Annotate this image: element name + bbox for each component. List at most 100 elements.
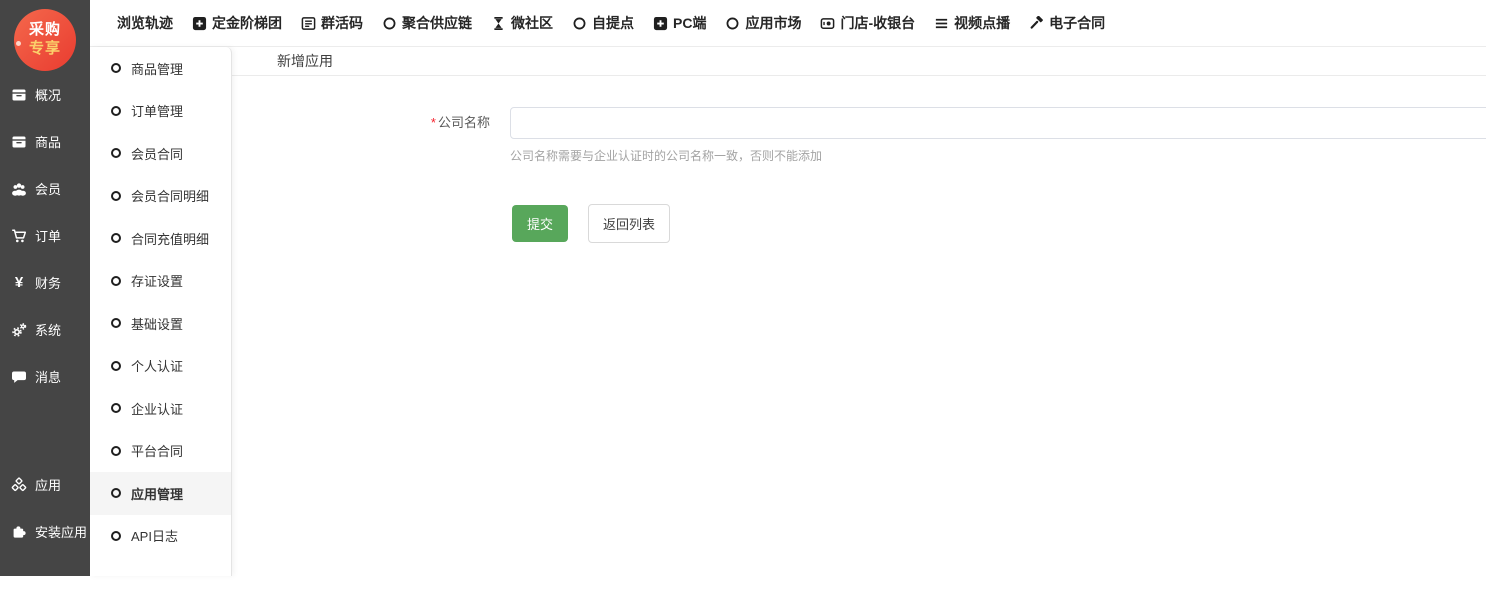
circle-icon: [572, 16, 587, 31]
message-bubble-icon: [11, 369, 27, 385]
top-nav-app-market[interactable]: 应用市场: [725, 13, 801, 33]
sidebar-item-apps[interactable]: 应用: [0, 461, 90, 508]
submenu-item-label: 存证设置: [131, 271, 183, 290]
members-icon: [11, 181, 27, 197]
top-nav-e-contract[interactable]: 电子合同: [1029, 13, 1105, 33]
sidebar-item-label: 订单: [35, 226, 61, 245]
submenu-item-member-contract[interactable]: 会员合同: [90, 132, 231, 175]
radio-circle-icon: [111, 106, 121, 116]
logo-text-line2: 专享: [29, 40, 61, 59]
radio-circle-icon: [111, 318, 121, 328]
form-buttons-row: 提交 返回列表: [512, 204, 1486, 243]
top-nav-deposit-ladder-group[interactable]: 定金阶梯团: [192, 13, 282, 33]
submenu-item-api-log[interactable]: API日志: [90, 515, 231, 558]
submenu-item-goods-management[interactable]: 商品管理: [90, 47, 231, 90]
submenu-item-order-management[interactable]: 订单管理: [90, 90, 231, 133]
top-nav-video-on-demand[interactable]: 视频点播: [934, 13, 1010, 33]
top-nav: 浏览轨迹 定金阶梯团 群活码 聚合供应链 微社区 自提点 PC端 应用市场 门店…: [90, 0, 1486, 47]
plus-square-icon: [653, 16, 668, 31]
sidebar-item-label: 概况: [35, 85, 61, 104]
radio-circle-icon: [111, 446, 121, 456]
sidebar-item-finance[interactable]: ¥ 财务: [0, 259, 90, 306]
sidebar-nav: 概况 商品 会员 订单 ¥ 财务 系统 消息 应用: [0, 71, 90, 615]
app-logo[interactable]: 采购 专享: [14, 9, 76, 71]
top-nav-group-qr[interactable]: 群活码: [301, 13, 363, 33]
logo-text-line1: 采购: [29, 21, 61, 40]
content-header: 新增应用: [232, 47, 1486, 76]
circle-icon: [725, 16, 740, 31]
top-nav-label: 视频点播: [954, 13, 1010, 33]
submenu-item-personal-auth[interactable]: 个人认证: [90, 345, 231, 388]
submenu-item-label: 应用管理: [131, 484, 183, 503]
top-nav-pickup-point[interactable]: 自提点: [572, 13, 634, 33]
top-nav-supply-chain[interactable]: 聚合供应链: [382, 13, 472, 33]
sidebar-item-label: 商品: [35, 132, 61, 151]
submenu-item-basic-settings[interactable]: 基础设置: [90, 302, 231, 345]
submenu-item-enterprise-auth[interactable]: 企业认证: [90, 387, 231, 430]
page-title-tab[interactable]: 新增应用: [277, 51, 333, 71]
submenu-item-member-contract-detail[interactable]: 会员合同明细: [90, 175, 231, 218]
company-name-label-text: 公司名称: [438, 115, 490, 130]
company-name-form-row: *公司名称: [232, 107, 1486, 139]
submenu-item-contract-recharge-detail[interactable]: 合同充值明细: [90, 217, 231, 260]
top-nav-pc-side[interactable]: PC端: [653, 13, 706, 33]
radio-circle-icon: [111, 361, 121, 371]
register-icon: [820, 16, 835, 31]
sidebar-item-label: 应用: [35, 475, 61, 494]
top-nav-label: 聚合供应链: [402, 13, 472, 33]
circle-icon: [382, 16, 397, 31]
hourglass-icon: [491, 16, 506, 31]
submenu-item-label: 平台合同: [131, 441, 183, 460]
sidebar-item-label: 系统: [35, 320, 61, 339]
top-nav-micro-community[interactable]: 微社区: [491, 13, 553, 33]
top-nav-label: 自提点: [592, 13, 634, 33]
submenu-item-platform-contract[interactable]: 平台合同: [90, 430, 231, 473]
submit-button[interactable]: 提交: [512, 205, 568, 242]
top-nav-browse-track[interactable]: 浏览轨迹: [117, 13, 173, 33]
submenu-item-label: 合同充值明细: [131, 229, 209, 248]
radio-circle-icon: [111, 403, 121, 413]
submenu-item-label: 个人认证: [131, 356, 183, 375]
radio-circle-icon: [111, 63, 121, 73]
radio-circle-icon: [111, 531, 121, 541]
sidebar-item-goods[interactable]: 商品: [0, 118, 90, 165]
top-nav-label: 微社区: [511, 13, 553, 33]
radio-circle-icon: [111, 191, 121, 201]
install-puzzle-icon: [11, 524, 27, 540]
sidebar-item-label: 财务: [35, 273, 61, 292]
sidebar-item-stats[interactable]: 统计: [0, 568, 90, 615]
sidebar-item-label: 消息: [35, 367, 61, 386]
top-nav-label: 群活码: [321, 13, 363, 33]
top-nav-label: 定金阶梯团: [212, 13, 282, 33]
apps-cubes-icon: [11, 477, 27, 493]
required-asterisk: *: [431, 115, 436, 130]
sidebar-item-members[interactable]: 会员: [0, 165, 90, 212]
menu-lines-icon: [934, 16, 949, 31]
submenu-item-label: 企业认证: [131, 399, 183, 418]
sidebar-item-messages[interactable]: 消息: [0, 353, 90, 400]
orders-cart-icon: [11, 228, 27, 244]
main-content: 新增应用 *公司名称 公司名称需要与企业认证时的公司名称一致，否则不能添加 提交…: [232, 47, 1486, 576]
sidebar-spacer: [0, 400, 90, 461]
top-nav-label: 门店-收银台: [840, 13, 915, 33]
sidebar-item-install-apps[interactable]: 安装应用: [0, 508, 90, 555]
company-name-label: *公司名称: [232, 107, 490, 139]
top-nav-label: 应用市场: [745, 13, 801, 33]
sidebar-item-overview[interactable]: 概况: [0, 71, 90, 118]
radio-circle-icon: [111, 233, 121, 243]
back-to-list-button[interactable]: 返回列表: [588, 204, 670, 243]
sidebar-item-system[interactable]: 系统: [0, 306, 90, 353]
top-nav-label: 电子合同: [1049, 13, 1105, 33]
submenu-item-label: 会员合同明细: [131, 186, 209, 205]
submenu-item-deposit-settings[interactable]: 存证设置: [90, 260, 231, 303]
logo-spark-dot: [16, 41, 21, 46]
submenu-panel: 商品管理 订单管理 会员合同 会员合同明细 合同充值明细 存证设置 基础设置 个…: [90, 47, 232, 576]
finance-yen-icon: ¥: [11, 274, 27, 291]
overview-box-icon: [11, 87, 27, 103]
radio-circle-icon: [111, 276, 121, 286]
goods-box-icon: [11, 134, 27, 150]
sidebar-item-orders[interactable]: 订单: [0, 212, 90, 259]
top-nav-store-cashier[interactable]: 门店-收银台: [820, 13, 915, 33]
company-name-input[interactable]: [510, 107, 1486, 139]
submenu-item-app-management[interactable]: 应用管理: [90, 472, 231, 515]
